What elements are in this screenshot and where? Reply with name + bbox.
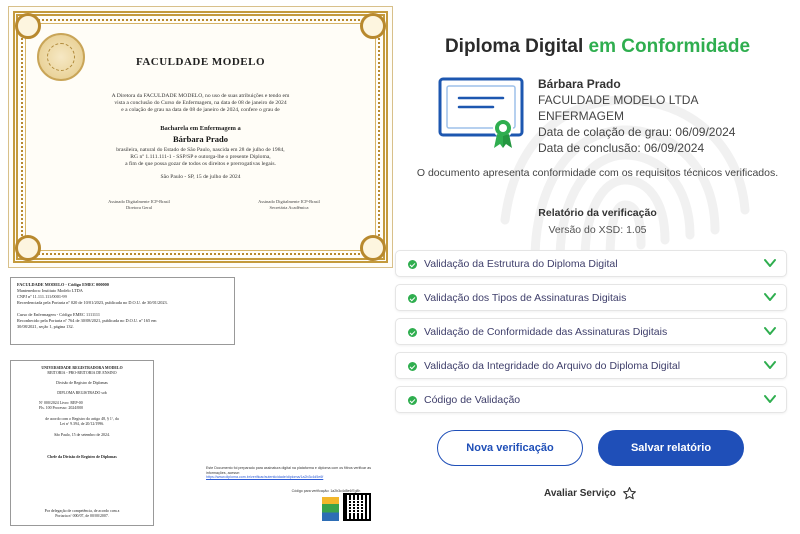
registry-line: de acordo com o Registro do artigo 48, §… (45, 417, 119, 421)
diploma-course: Bacharela em Enfermagem a (160, 125, 241, 132)
completion-date: Data de conclusão: 06/09/2024 (538, 141, 705, 155)
verification-note-text: Este Documento foi preparado para assina… (206, 466, 371, 475)
document-preview-area: FACULDADE MODELO A Diretora da FACULDADE… (0, 0, 395, 534)
validation-item-structure[interactable]: Validação da Estrutura do Diploma Digita… (395, 250, 787, 277)
registry-line: Fls. 100 Processo: 2024/000 (39, 406, 84, 410)
registry-line: Chefe da Divisão de Registro de Diplomas (47, 455, 117, 459)
diploma-bio: brasileira, natural do Estado de São Pau… (89, 147, 312, 168)
student-name: Bárbara Prado (538, 77, 621, 91)
registry-line: Por delegação de competência, de acordo … (44, 509, 120, 513)
course-name: ENFERMAGEM (538, 109, 625, 123)
signature-right-role: Secretária Acadêmica (269, 204, 309, 210)
registry-line: São Paulo, 15 de setembro de 2024. (54, 433, 110, 437)
registry-line: Divisão de Registro de Diplomas (56, 381, 108, 385)
record-line: 30/08/2021, seção 1, página 132. (17, 324, 74, 329)
diploma-intro: A Diretora da FACULDADE MODELO, no uso d… (89, 93, 312, 114)
diploma-back-record: FACULDADE MODELO - Código EMEC 000000 Ma… (10, 277, 235, 345)
check-circle-icon (408, 328, 417, 337)
page-title-main: Diploma Digital (444, 36, 584, 57)
verification-panel: Diploma Digital em Conformidade Bárbara … (395, 0, 800, 534)
graduation-date: Data de colação de grau: 06/09/2024 (538, 125, 736, 139)
record-line: CNPJ nº 11.111.111/0001-99 (17, 294, 67, 299)
signature-left-role: Diretora Geral (125, 204, 153, 210)
chevron-down-icon[interactable] (764, 360, 776, 370)
validation-item-signature-conformity[interactable]: Validação de Conformidade das Assinatura… (395, 318, 787, 345)
conformity-message: O documento apresenta conformidade com o… (416, 167, 779, 179)
report-title: Relatório da verificação (538, 207, 657, 219)
verification-note: Este Documento foi preparado para assina… (206, 466, 376, 480)
registry-line: DIPLOMA REGISTRADO sob (57, 391, 107, 395)
frame-ornament (360, 13, 386, 39)
record-line: Mantenedora: Instituto Modelo LTDA (17, 288, 83, 293)
registry-line: UNIVERSIDADE REGISTRADORA MODELO (41, 366, 123, 370)
save-report-button[interactable]: Salvar relatório (598, 430, 744, 466)
chevron-down-icon[interactable] (764, 258, 776, 268)
validation-label: Validação dos Tipos de Assinaturas Digit… (424, 292, 627, 304)
xsd-version: Versão do XSD: 1.05 (548, 224, 647, 236)
record-line: Curso de Enfermagem - Código EMEC 111111… (17, 312, 101, 317)
registry-line: Portaria nº 000/07, de 00/00/2007. (55, 514, 109, 518)
validation-label: Validação da Estrutura do Diploma Digita… (424, 258, 618, 270)
student-info: Bárbara Prado FACULDADE MODELO LTDA ENFE… (538, 76, 735, 156)
record-line: Reconhecido pela Portaria nº 764 de 30/0… (17, 318, 157, 323)
record-line: Recredenciada pela Portaria nº 020 de 10… (17, 300, 168, 305)
validation-label: Validação da Integridade do Arquivo do D… (424, 360, 681, 372)
institution-name: FACULDADE MODELO LTDA (538, 93, 699, 107)
diploma-bio-line: brasileira, natural do Estado de São Pau… (116, 147, 285, 153)
record-line: FACULDADE MODELO - Código EMEC 000000 (17, 282, 109, 287)
registry-line: Nº 000/2024 Livro: REP-00 (39, 401, 83, 405)
certificate-icon (438, 77, 524, 148)
page-title-accent: em Conformidade (588, 36, 751, 57)
star-icon[interactable] (622, 486, 637, 501)
rate-service-link[interactable]: Avaliar Serviço (544, 486, 637, 501)
check-circle-icon (408, 362, 417, 371)
signature-left: Assinado Digitalmente ICP-Brasil Diretor… (79, 199, 199, 210)
registry-stamp: UNIVERSIDADE REGISTRADORA MODELO REITORI… (10, 360, 154, 526)
validation-item-file-integrity[interactable]: Validação da Integridade do Arquivo do D… (395, 352, 787, 379)
diploma-student-name: Bárbara Prado (172, 134, 228, 144)
validation-item-validation-code[interactable]: Código de Validação (395, 386, 787, 413)
registry-line: REITORIA - PRÓ-REITORIA DE ENSINO (47, 371, 117, 375)
qr-code-icon (343, 493, 371, 521)
frame-ornament (360, 235, 386, 261)
diploma-preview: FACULDADE MODELO A Diretora da FACULDADE… (8, 6, 393, 268)
validation-label: Validação de Conformidade das Assinatura… (424, 326, 668, 338)
check-circle-icon (408, 294, 417, 303)
check-circle-icon (408, 396, 417, 405)
diploma-place-date: São Paulo - SP, 15 de julho de 2024 (160, 174, 241, 180)
page-title: Diploma Digital em Conformidade (395, 36, 800, 58)
rate-service-label: Avaliar Serviço (544, 488, 616, 499)
validation-item-signature-types[interactable]: Validação dos Tipos de Assinaturas Digit… (395, 284, 787, 311)
verification-link[interactable]: https://www.diploma.com.br/verificar/aut… (206, 475, 376, 480)
chevron-down-icon[interactable] (764, 292, 776, 302)
chevron-down-icon[interactable] (764, 326, 776, 336)
diploma-intro-line: A Diretora da FACULDADE MODELO, no uso d… (111, 93, 290, 99)
frame-ornament (15, 13, 41, 39)
chevron-down-icon[interactable] (764, 394, 776, 404)
platform-logo-icon (322, 497, 339, 521)
diploma-bio-line: RG nº 1.111.111-1 - SSP/SP e outorga-lhe… (130, 154, 271, 160)
registry-line: Lei nº 9.394, de 20/12/1996. (59, 422, 105, 426)
diploma-title: FACULDADE MODELO (135, 56, 266, 68)
diploma-bio-line: a fim de que possa gozar de todos os dir… (125, 161, 276, 167)
diploma-intro-line: e a colação de grau na data de 08 de jan… (121, 107, 280, 113)
diploma-intro-line: vista a conclusão do Curso de Enfermagem… (114, 100, 287, 106)
validation-label: Código de Validação (424, 394, 521, 406)
check-circle-icon (408, 260, 417, 269)
new-verification-button[interactable]: Nova verificação (437, 430, 583, 466)
frame-ornament (15, 235, 41, 261)
signature-right: Assinado Digitalmente ICP-Brasil Secretá… (229, 199, 349, 210)
